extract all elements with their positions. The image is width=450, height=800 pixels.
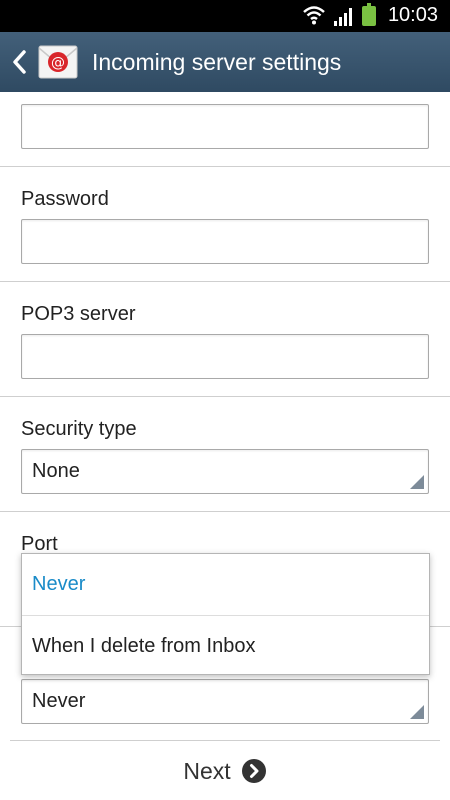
action-bar: @ Incoming server settings bbox=[0, 32, 450, 92]
divider bbox=[10, 740, 440, 741]
password-section: Password bbox=[0, 167, 450, 282]
dropdown-arrow-icon bbox=[410, 475, 424, 489]
username-field[interactable] bbox=[21, 104, 429, 149]
email-app-icon[interactable]: @ bbox=[38, 44, 78, 80]
next-button[interactable]: Next bbox=[160, 748, 290, 794]
username-section bbox=[0, 92, 450, 167]
dropdown-arrow-icon bbox=[410, 705, 424, 719]
password-field[interactable] bbox=[21, 219, 429, 264]
bottom-bar: Next bbox=[0, 740, 450, 800]
status-time: 10:03 bbox=[387, 4, 438, 26]
security-type-label: Security type bbox=[21, 418, 137, 440]
dropdown-option-never[interactable]: Never bbox=[22, 554, 429, 615]
delete-email-select[interactable]: Never bbox=[21, 679, 429, 724]
battery-icon bbox=[362, 3, 376, 26]
password-label: Password bbox=[21, 188, 109, 210]
svg-text:@: @ bbox=[51, 55, 65, 71]
back-icon[interactable] bbox=[4, 32, 34, 92]
pop3-server-field[interactable] bbox=[21, 334, 429, 379]
dropdown-option-delete-from-inbox[interactable]: When I delete from Inbox bbox=[22, 615, 429, 676]
security-type-value: None bbox=[32, 460, 80, 482]
screen-title: Incoming server settings bbox=[92, 48, 342, 75]
delete-email-value: Never bbox=[32, 690, 86, 712]
next-label: Next bbox=[183, 757, 231, 784]
pop3-section: POP3 server bbox=[0, 282, 450, 397]
pop3-label: POP3 server bbox=[21, 303, 136, 325]
chevron-right-icon bbox=[241, 759, 266, 783]
wifi-icon bbox=[303, 6, 325, 25]
signal-icon bbox=[334, 8, 352, 26]
delete-email-dropdown: Never When I delete from Inbox bbox=[21, 553, 430, 675]
security-type-select[interactable]: None bbox=[21, 449, 429, 494]
security-section: Security type None bbox=[0, 397, 450, 512]
status-bar: 10:03 bbox=[0, 0, 450, 32]
